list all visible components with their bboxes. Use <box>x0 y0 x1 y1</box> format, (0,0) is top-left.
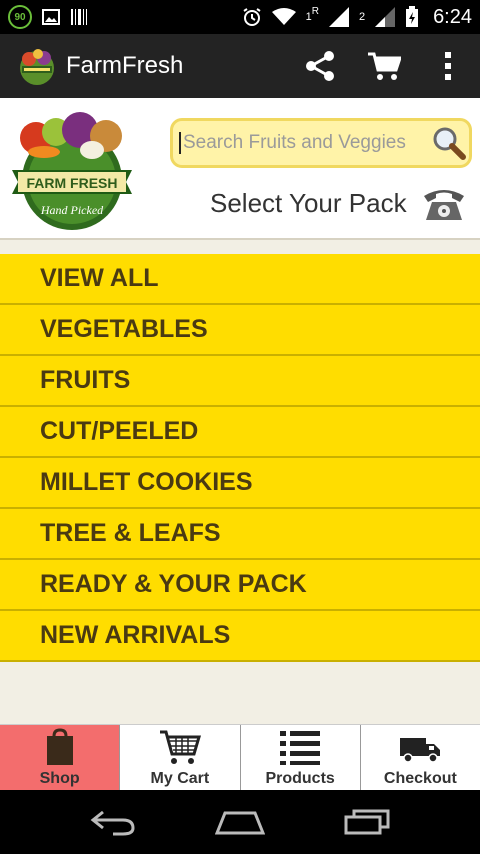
tab-label: Checkout <box>383 770 457 787</box>
alarm-icon <box>243 8 261 26</box>
app-title: FarmFresh <box>66 52 184 79</box>
roaming-label: R <box>311 6 319 17</box>
tab-label: Shop <box>39 770 80 787</box>
barcode-icon <box>71 9 87 25</box>
menu-item-new-arrivals[interactable]: NEW ARRIVALS <box>0 611 480 662</box>
header-card: FARM FRESH Hand Picked Select Your Pack <box>0 98 480 240</box>
tab-shop[interactable]: Shop <box>0 725 121 790</box>
farm-fresh-logo[interactable]: FARM FRESH Hand Picked <box>6 108 138 232</box>
logo-tagline: Hand Picked <box>40 203 104 217</box>
back-button[interactable] <box>83 797 143 847</box>
tab-my-cart[interactable]: My Cart <box>120 725 241 790</box>
tab-label: Products <box>265 770 335 787</box>
cart-icon <box>368 52 401 80</box>
status-bar: 90 1 R 2 6:24 <box>0 0 480 34</box>
app-logo-icon[interactable] <box>16 45 58 87</box>
clock: 6:24 <box>433 5 472 28</box>
home-icon <box>214 811 265 835</box>
signal-icon <box>328 7 349 27</box>
tab-products[interactable]: Products <box>241 725 361 790</box>
wifi-icon <box>271 8 296 25</box>
status-left: 90 <box>8 5 88 29</box>
signal-2-icon <box>375 7 396 27</box>
search-icon <box>433 127 466 160</box>
list-icon <box>280 731 321 765</box>
share-icon <box>306 51 334 81</box>
telephone-icon[interactable] <box>422 184 466 224</box>
menu-item-tree-leafs[interactable]: TREE & LEAFS <box>0 509 480 560</box>
truck-icon <box>400 738 441 763</box>
battery-icon <box>406 6 419 27</box>
search-button[interactable] <box>429 123 469 163</box>
logo-text: FARM FRESH <box>27 175 118 191</box>
menu-item-view-all[interactable]: VIEW ALL <box>0 254 480 305</box>
action-bar: FarmFresh <box>0 34 480 98</box>
system-nav-bar <box>0 790 480 854</box>
search-box <box>170 118 472 168</box>
recent-apps-icon <box>344 809 390 835</box>
shopping-bag-icon <box>46 728 73 765</box>
menu-item-cut-peeled[interactable]: CUT/PEELED <box>0 407 480 458</box>
home-button[interactable] <box>210 797 270 847</box>
overflow-menu-button[interactable] <box>416 34 480 98</box>
back-icon <box>90 810 135 836</box>
menu-item-ready-your-pack[interactable]: READY & YOUR PACK <box>0 560 480 611</box>
battery-saver-badge: 90 <box>8 5 32 29</box>
search-input[interactable] <box>179 132 429 154</box>
cart-icon <box>159 730 201 764</box>
menu-item-millet-cookies[interactable]: MILLET COOKIES <box>0 458 480 509</box>
share-button[interactable] <box>288 34 352 98</box>
recent-apps-button[interactable] <box>337 797 397 847</box>
signal-2-label: 2 <box>358 10 366 23</box>
tab-label: My Cart <box>150 770 210 787</box>
menu-item-fruits[interactable]: FRUITS <box>0 356 480 407</box>
tab-checkout[interactable]: Checkout <box>361 725 480 790</box>
menu-item-vegetables[interactable]: VEGETABLES <box>0 305 480 356</box>
cart-button[interactable] <box>352 34 416 98</box>
overflow-menu-icon <box>445 52 451 80</box>
bottom-tab-bar: Shop My Cart Products Checkout <box>0 724 480 790</box>
status-right: 1 R 2 6:24 <box>242 6 472 29</box>
select-pack-label[interactable]: Select Your Pack <box>210 188 407 219</box>
category-menu: VIEW ALL VEGETABLES FRUITS CUT/PEELED MI… <box>0 254 480 662</box>
image-icon <box>42 9 60 25</box>
